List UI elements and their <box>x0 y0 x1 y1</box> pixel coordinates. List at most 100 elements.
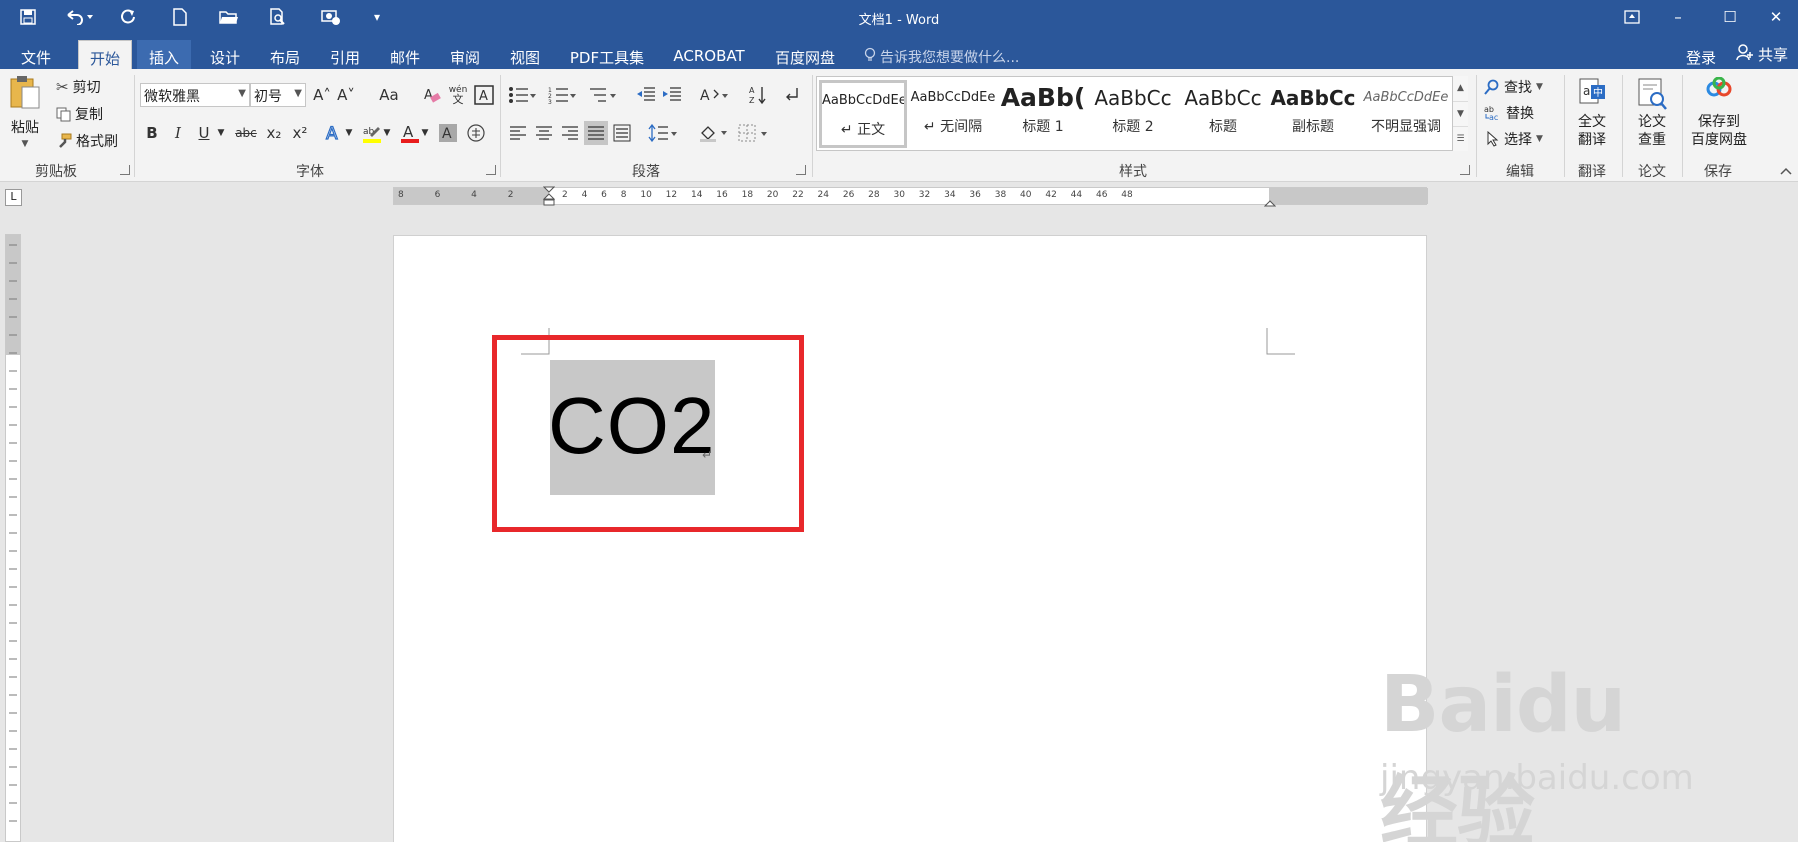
underline-dropdown-icon[interactable]: ▼ <box>214 121 228 145</box>
close-button[interactable]: ✕ <box>1756 4 1796 30</box>
select-dropdown-icon[interactable]: ▼ <box>1536 134 1543 144</box>
tell-me-box[interactable]: 告诉我您想要做什么... <box>864 47 1019 67</box>
format-painter-button[interactable]: 格式刷 <box>56 131 118 151</box>
font-color-dropdown-icon[interactable]: ▼ <box>418 121 432 145</box>
align-left-icon[interactable] <box>506 121 530 145</box>
tab-acrobat[interactable]: ACROBAT <box>668 40 750 69</box>
clipboard-launcher-icon[interactable] <box>120 165 130 175</box>
right-indent-marker-icon[interactable] <box>1263 196 1277 211</box>
paste-dropdown-icon[interactable]: ▼ <box>22 139 29 149</box>
login-link[interactable]: 登录 <box>1686 47 1716 68</box>
grow-font-button[interactable]: A˄ <box>310 83 334 107</box>
justify-icon[interactable] <box>584 121 608 145</box>
find-dropdown-icon[interactable]: ▼ <box>1536 82 1543 92</box>
text-effects-dropdown-icon[interactable]: ▼ <box>342 121 356 145</box>
tab-view[interactable]: 视图 <box>502 40 548 69</box>
style-preview: AaBbCc <box>1184 86 1262 110</box>
shrink-font-button[interactable]: A˅ <box>334 83 358 107</box>
maximize-button[interactable]: ☐ <box>1710 4 1750 30</box>
select-label: 选择 <box>1504 132 1532 148</box>
change-case-button[interactable]: Aa <box>372 83 406 107</box>
font-size-combo[interactable]: 初号 ▼ <box>250 83 306 107</box>
underline-button[interactable]: U <box>192 121 216 145</box>
bold-button[interactable]: B <box>140 121 164 145</box>
borders-icon[interactable] <box>736 121 770 145</box>
chinese-layout-icon[interactable]: A <box>698 83 730 107</box>
paragraph-launcher-icon[interactable] <box>796 165 806 175</box>
italic-button[interactable]: I <box>166 121 190 145</box>
tab-stop-selector[interactable]: L <box>5 189 22 206</box>
scroll-down-icon[interactable]: ▼ <box>1453 101 1468 126</box>
vertical-ruler[interactable] <box>5 234 21 842</box>
style-name: 副标题 <box>1292 119 1334 135</box>
tab-design[interactable]: 设计 <box>202 40 248 69</box>
superscript-button[interactable]: x² <box>288 121 312 145</box>
cursor-arrow-icon <box>1486 131 1500 147</box>
show-hide-marks-icon[interactable] <box>780 83 804 107</box>
group-divider <box>1476 75 1477 177</box>
phonetic-guide-button[interactable]: wén 文 <box>446 83 470 107</box>
editing-group-label: 编辑 <box>1506 164 1534 180</box>
bullets-icon[interactable] <box>506 83 538 107</box>
tab-layout[interactable]: 布局 <box>262 40 308 69</box>
align-center-icon[interactable] <box>532 121 556 145</box>
style-title[interactable]: AaBbCc 标题 <box>1179 80 1267 148</box>
strikethrough-button[interactable]: abc <box>232 121 260 145</box>
line-spacing-icon[interactable] <box>646 121 680 145</box>
style-preview: AaBb( <box>1000 83 1086 112</box>
tab-insert[interactable]: 插入 <box>137 40 191 69</box>
style-subtitle[interactable]: AaBbCc 副标题 <box>1269 80 1357 148</box>
tab-pdf-tools[interactable]: PDF工具集 <box>564 40 650 69</box>
font-launcher-icon[interactable] <box>486 165 496 175</box>
copy-button[interactable]: 复制 <box>56 104 103 124</box>
thesis-check-button[interactable]: 论文 查重 <box>1628 77 1676 149</box>
svg-text:Z: Z <box>749 96 755 105</box>
tab-mailings[interactable]: 邮件 <box>382 40 428 69</box>
tab-home[interactable]: 开始 <box>78 40 132 69</box>
numbering-icon[interactable]: 123 <box>546 83 578 107</box>
tab-review[interactable]: 审阅 <box>442 40 488 69</box>
subscript-button[interactable]: x₂ <box>262 121 286 145</box>
highlight-dropdown-icon[interactable]: ▼ <box>380 121 394 145</box>
paragraph-shading-icon[interactable] <box>696 121 730 145</box>
styles-gallery-scrollbar[interactable]: ▲ ▼ ☰ <box>1452 76 1468 151</box>
character-border-icon[interactable]: A <box>472 83 496 107</box>
multilevel-list-icon[interactable] <box>586 83 618 107</box>
align-right-icon[interactable] <box>558 121 582 145</box>
ribbon-display-options-icon[interactable] <box>1612 4 1652 30</box>
decrease-indent-icon[interactable] <box>634 83 658 107</box>
save-to-baidu-netdisk-button[interactable]: 保存到 百度网盘 <box>1686 76 1752 149</box>
increase-indent-icon[interactable] <box>660 83 684 107</box>
character-shading-icon[interactable]: A <box>436 121 460 145</box>
style-no-spacing[interactable]: AaBbCcDdEe ↵ 无间隔 <box>909 80 997 148</box>
sort-icon[interactable]: AZ <box>746 83 770 107</box>
distributed-icon[interactable] <box>610 121 634 145</box>
format-painter-label: 格式刷 <box>76 134 118 150</box>
enclose-characters-icon[interactable] <box>464 121 488 145</box>
scroll-up-icon[interactable]: ▲ <box>1453 76 1468 101</box>
select-button[interactable]: 选择 ▼ <box>1486 129 1543 149</box>
style-subtle-emphasis[interactable]: AaBbCcDdEe 不明显强调 <box>1359 80 1453 148</box>
style-normal[interactable]: AaBbCcDdEe ↵ 正文 <box>819 80 907 148</box>
style-heading-2[interactable]: AaBbCc 标题 2 <box>1089 80 1177 148</box>
replace-button[interactable]: ab ac 替换 <box>1484 103 1534 123</box>
share-button[interactable]: 共享 <box>1736 42 1788 66</box>
tab-baidu-netdisk[interactable]: 百度网盘 <box>770 40 840 69</box>
document-page[interactable]: CO2 ↵ <box>393 235 1427 842</box>
styles-launcher-icon[interactable] <box>1460 165 1470 175</box>
paste-button[interactable]: 粘贴 ▼ <box>8 73 42 149</box>
chevron-down-icon: ▼ <box>238 88 246 99</box>
style-heading-1[interactable]: AaBb( 标题 1 <box>999 80 1087 148</box>
horizontal-ruler[interactable]: 8 6 4 2 2 4 6 8 10 12 14 16 18 20 22 24 … <box>393 186 1428 207</box>
find-button[interactable]: 查找 ▼ <box>1484 77 1543 97</box>
clear-formatting-icon[interactable]: A <box>420 83 444 107</box>
indent-marker-icon[interactable] <box>542 186 556 210</box>
more-styles-icon[interactable]: ☰ <box>1453 126 1468 150</box>
minimize-button[interactable]: – <box>1658 4 1698 30</box>
font-name-combo[interactable]: 微软雅黑 ▼ <box>140 83 250 107</box>
full-text-translate-button[interactable]: a中 全文 翻译 <box>1568 77 1616 149</box>
tab-references[interactable]: 引用 <box>322 40 368 69</box>
tab-file[interactable]: 文件 <box>14 40 58 69</box>
collapse-ribbon-icon[interactable] <box>1774 159 1798 183</box>
cut-button[interactable]: ✂ 剪切 <box>56 77 101 97</box>
